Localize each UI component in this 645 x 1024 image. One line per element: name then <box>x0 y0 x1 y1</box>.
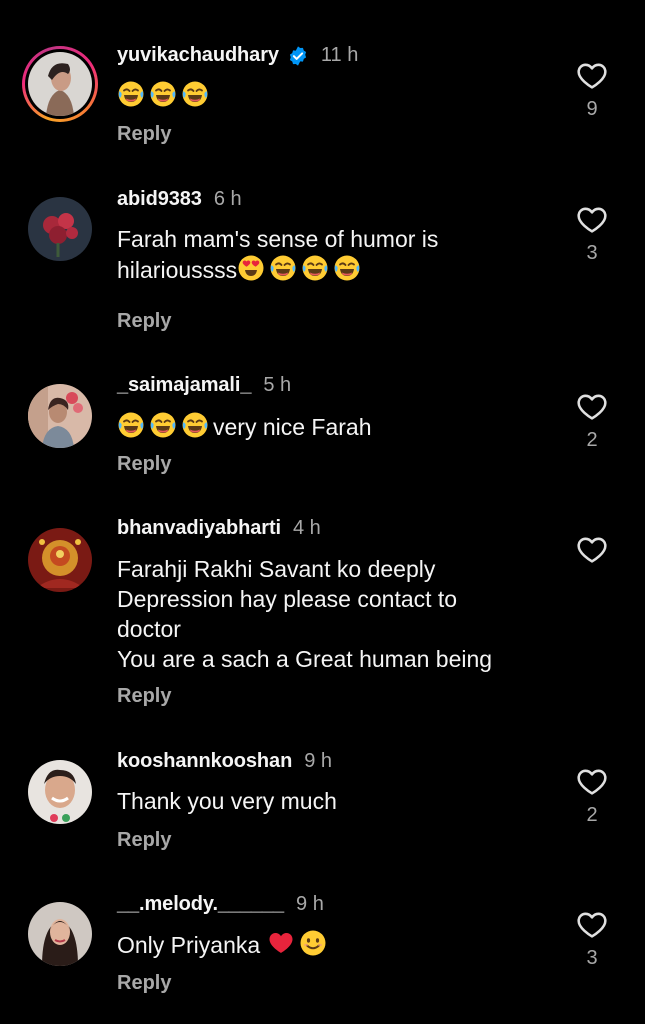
joy-emoji-icon <box>117 411 145 439</box>
comment-text-line: Farahji Rakhi Savant ko deeply <box>117 556 436 582</box>
like-control: 2 <box>574 766 610 827</box>
avatar[interactable] <box>28 197 92 261</box>
timestamp: 4 h <box>293 517 321 539</box>
timestamp: 9 h <box>304 750 333 772</box>
username[interactable]: _saimajamali_ <box>117 374 251 397</box>
reply-button[interactable]: Reply <box>117 310 171 333</box>
avatar[interactable] <box>28 902 92 966</box>
comment-text-fragment: Thank you very much <box>117 788 337 814</box>
like-count[interactable]: 9 <box>574 98 610 121</box>
comment-text: Farahji Rakhi Savant ko deeply Depressio… <box>117 554 537 674</box>
timestamp: 11 h <box>320 44 359 66</box>
reply-button[interactable]: Reply <box>117 453 171 476</box>
heart-outline-icon[interactable] <box>576 391 608 423</box>
comment-text: very nice Farah <box>117 411 537 442</box>
timestamp: 5 h <box>263 374 292 396</box>
heart-outline-icon[interactable] <box>576 60 608 92</box>
joy-emoji-icon <box>149 80 177 108</box>
comment-meta: bhanvadiyabharti 4 h <box>117 517 321 540</box>
comment-meta: __.melody.______ 9 h <box>117 893 324 916</box>
like-control <box>574 534 610 566</box>
comment-text-line: Depression hay please contact to <box>117 586 458 612</box>
red-heart-emoji-icon <box>267 929 295 957</box>
comment-meta: _saimajamali_ 5 h <box>117 374 291 397</box>
like-count[interactable]: 2 <box>574 429 610 452</box>
joy-emoji-icon <box>181 80 209 108</box>
comment-meta: abid9383 6 h <box>117 188 242 211</box>
verified-badge-icon <box>289 45 306 66</box>
username[interactable]: __.melody.______ <box>117 893 284 916</box>
reply-button[interactable]: Reply <box>117 972 171 995</box>
avatar[interactable] <box>28 384 92 448</box>
joy-emoji-icon <box>117 80 145 108</box>
story-ring[interactable] <box>22 46 98 122</box>
reply-button[interactable]: Reply <box>117 123 171 146</box>
comment-text-fragment: very nice Farah <box>213 414 372 440</box>
timestamp: 9 h <box>296 893 324 915</box>
heart-eyes-emoji-icon <box>237 254 265 282</box>
avatar[interactable] <box>28 52 92 116</box>
comment-meta: yuvikachaudhary 11 h <box>117 44 358 67</box>
comment-text-line: hilarioussss <box>117 254 537 285</box>
like-count[interactable]: 2 <box>574 804 610 827</box>
comment-text-fragment: hilarioussss <box>117 257 238 283</box>
username[interactable]: bhanvadiyabharti <box>117 517 281 540</box>
joy-emoji-icon <box>269 254 297 282</box>
like-control: 9 <box>574 60 610 121</box>
reply-button[interactable]: Reply <box>117 829 171 852</box>
heart-outline-icon[interactable] <box>576 204 608 236</box>
avatar[interactable] <box>28 528 92 592</box>
like-count[interactable]: 3 <box>574 242 610 265</box>
comment-text: Only Priyanka <box>117 929 537 960</box>
avatar[interactable] <box>28 760 92 824</box>
username[interactable]: kooshannkooshan <box>117 750 292 773</box>
joy-emoji-icon <box>333 254 361 282</box>
like-control: 3 <box>574 204 610 265</box>
joy-emoji-icon <box>181 411 209 439</box>
reply-button[interactable]: Reply <box>117 685 171 708</box>
comment-text-fragment: Only Priyanka <box>117 932 261 958</box>
smiling-emoji-icon <box>299 929 327 957</box>
heart-outline-icon[interactable] <box>576 534 608 566</box>
username[interactable]: abid9383 <box>117 188 202 211</box>
comment-text: Thank you very much <box>117 786 537 816</box>
comment-meta: kooshannkooshan 9 h <box>117 750 332 773</box>
comment-text-line: You are a sach a Great human being <box>117 646 493 672</box>
timestamp: 6 h <box>213 188 242 210</box>
comment-text-line: doctor <box>117 616 181 642</box>
like-count[interactable]: 3 <box>574 947 610 970</box>
username[interactable]: yuvikachaudhary <box>117 44 279 67</box>
joy-emoji-icon <box>149 411 177 439</box>
comment-text: Farah mam's sense of humor is hilariouss… <box>117 224 537 285</box>
heart-outline-icon[interactable] <box>576 909 608 941</box>
joy-emoji-icon <box>301 254 329 282</box>
like-control: 3 <box>574 909 610 970</box>
heart-outline-icon[interactable] <box>576 766 608 798</box>
comment-text-line: Farah mam's sense of humor is <box>117 226 439 252</box>
comment-text <box>117 80 537 111</box>
like-control: 2 <box>574 391 610 452</box>
